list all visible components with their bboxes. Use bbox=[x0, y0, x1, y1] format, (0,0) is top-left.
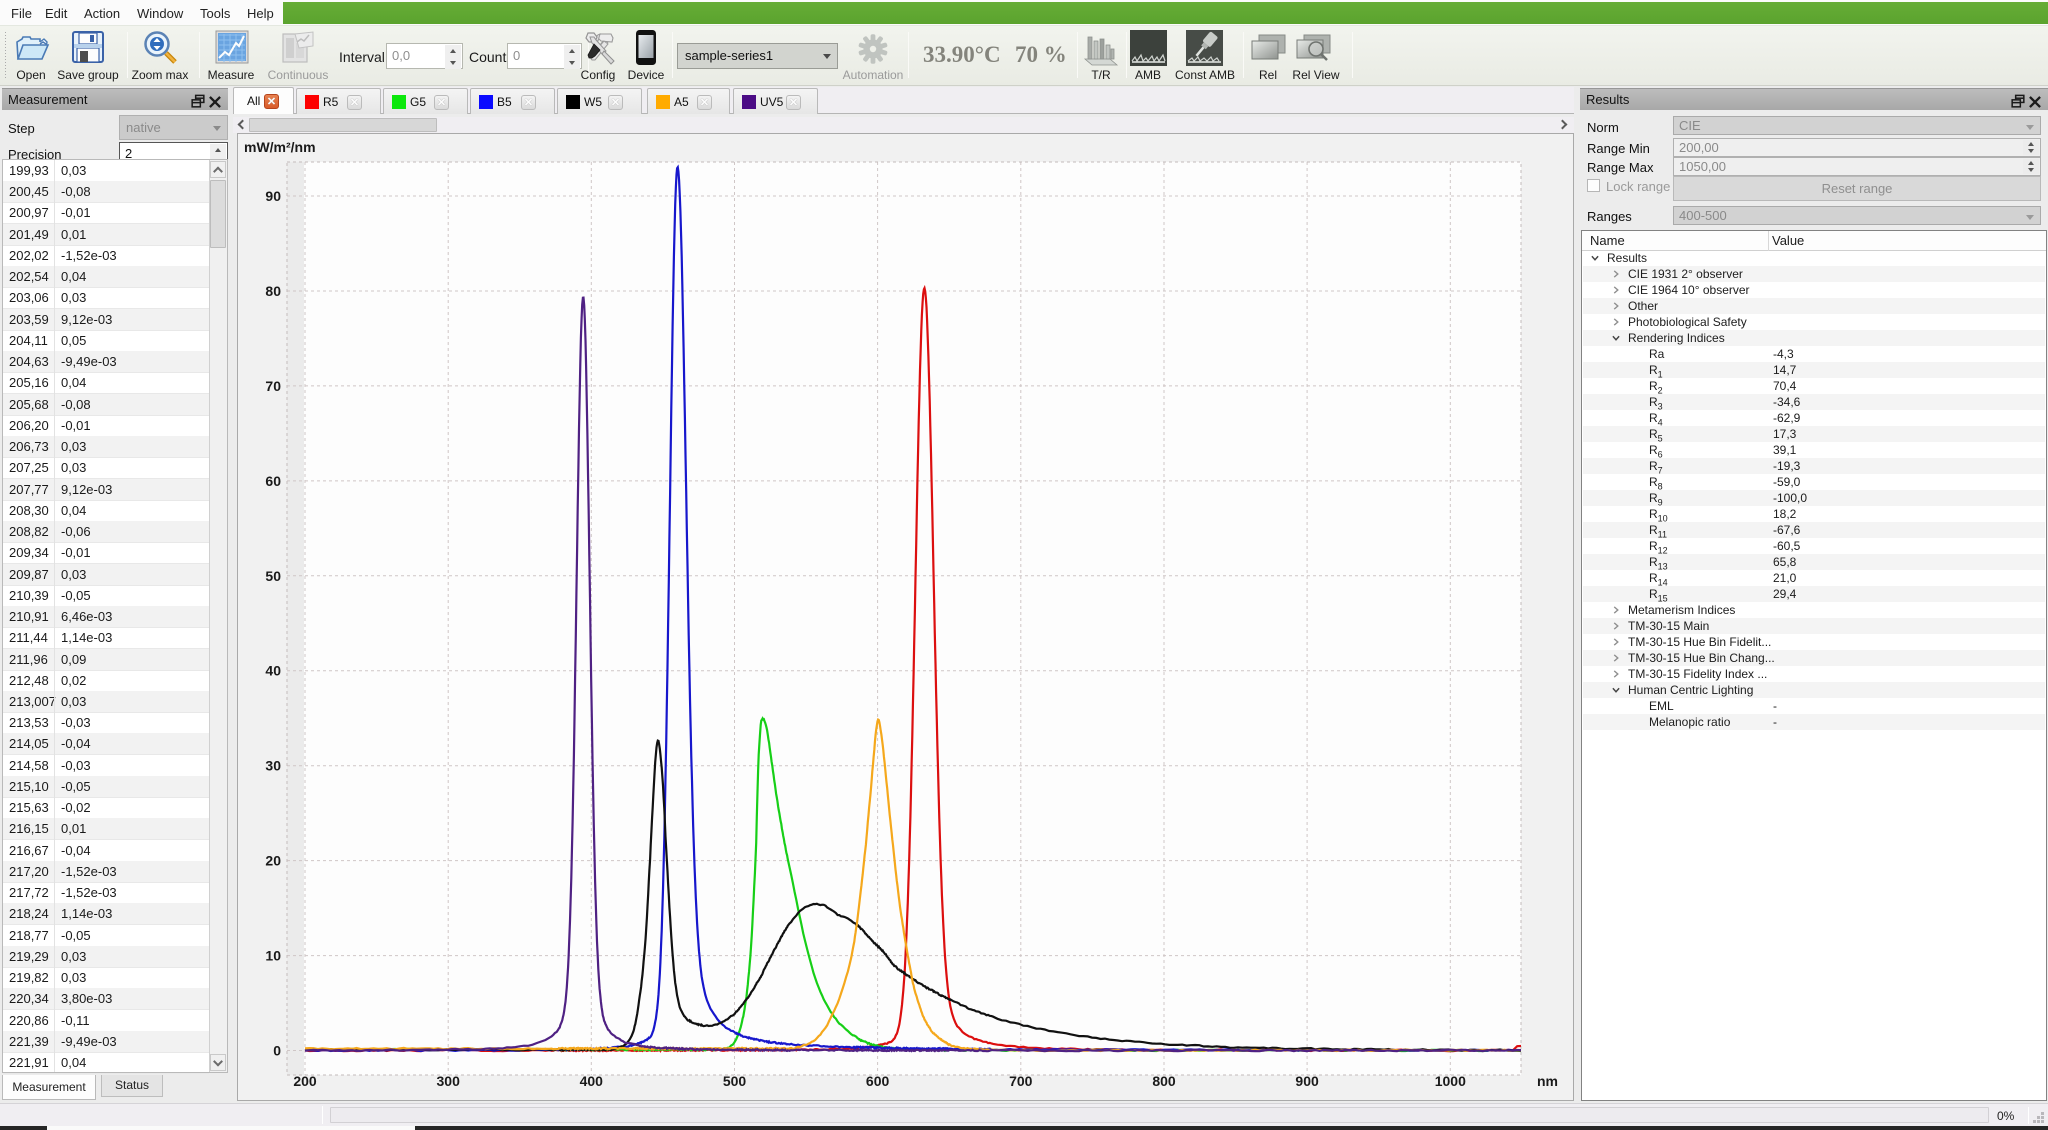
svg-text:1000: 1000 bbox=[1435, 1073, 1466, 1089]
svg-text:10: 10 bbox=[265, 948, 281, 964]
svg-text:900: 900 bbox=[1295, 1073, 1319, 1089]
svg-text:700: 700 bbox=[1009, 1073, 1033, 1089]
svg-text:500: 500 bbox=[723, 1073, 747, 1089]
svg-text:800: 800 bbox=[1152, 1073, 1176, 1089]
svg-text:20: 20 bbox=[265, 853, 281, 869]
svg-text:60: 60 bbox=[265, 473, 281, 489]
svg-text:70: 70 bbox=[265, 378, 281, 394]
svg-text:80: 80 bbox=[265, 283, 281, 299]
svg-text:mW/m²/nm: mW/m²/nm bbox=[244, 139, 316, 155]
svg-text:40: 40 bbox=[265, 663, 281, 679]
svg-text:nm: nm bbox=[1537, 1073, 1558, 1089]
svg-text:0: 0 bbox=[273, 1043, 281, 1059]
svg-text:300: 300 bbox=[437, 1073, 461, 1089]
svg-text:90: 90 bbox=[265, 188, 281, 204]
svg-text:600: 600 bbox=[866, 1073, 890, 1089]
svg-text:400: 400 bbox=[580, 1073, 604, 1089]
svg-text:30: 30 bbox=[265, 758, 281, 774]
svg-text:50: 50 bbox=[265, 568, 281, 584]
svg-text:200: 200 bbox=[293, 1073, 317, 1089]
